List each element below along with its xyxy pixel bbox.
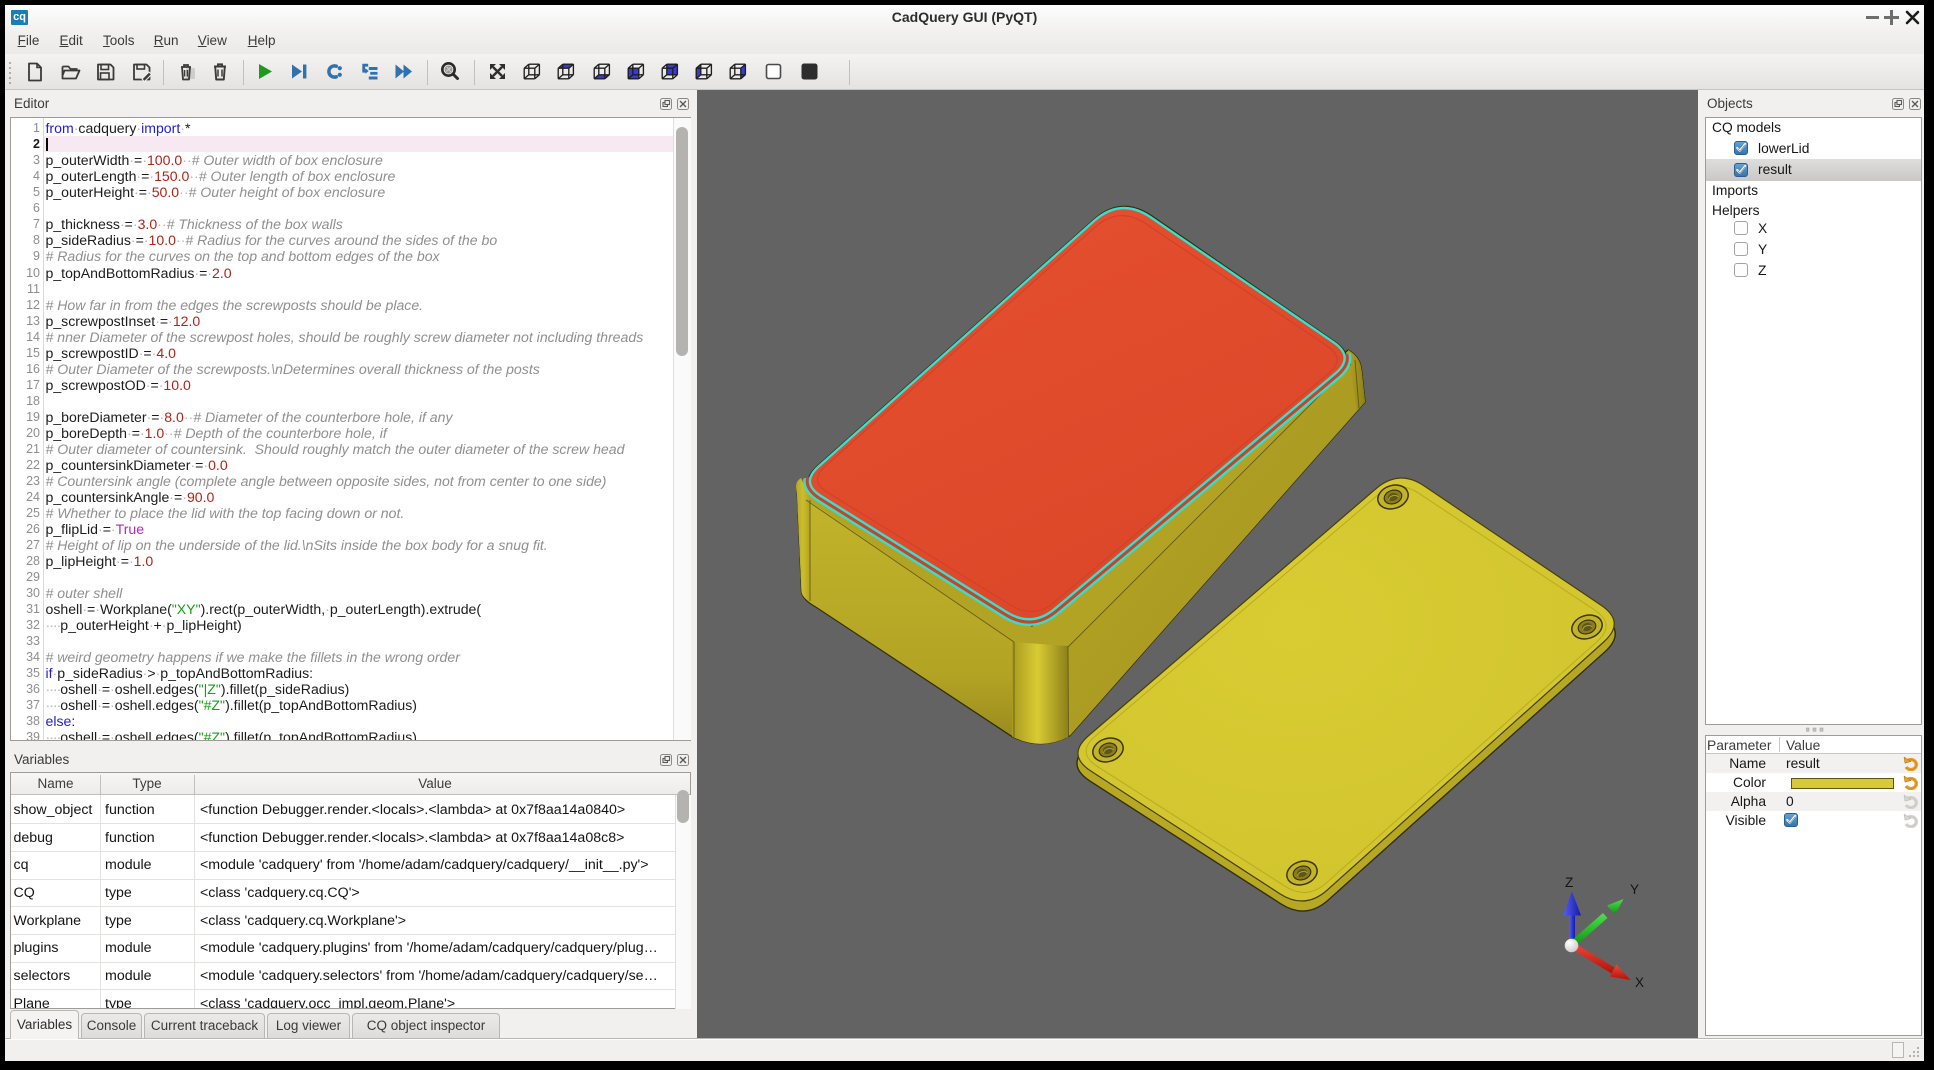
svg-text:Z: Z (1565, 875, 1573, 890)
svg-text:X: X (1635, 975, 1644, 990)
svg-text:Y: Y (1630, 882, 1639, 897)
